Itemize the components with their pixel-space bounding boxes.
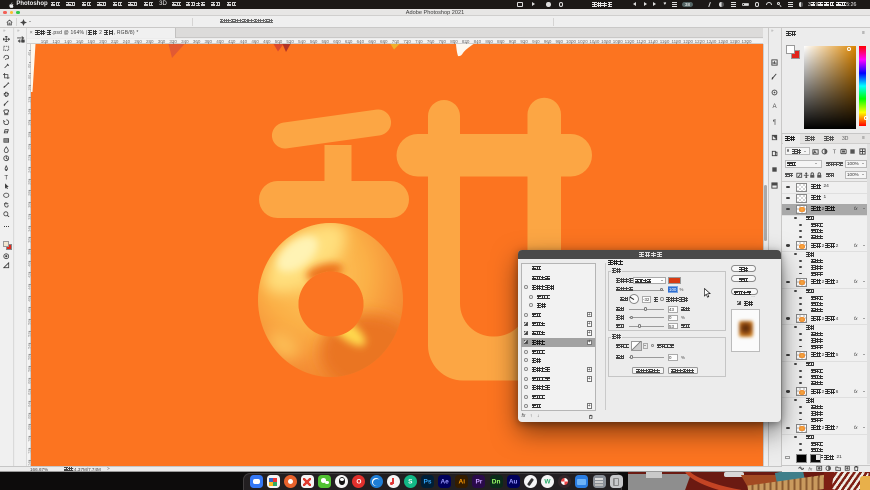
svg-text:A: A — [772, 102, 777, 108]
svg-text:T: T — [5, 174, 9, 180]
svg-text:¶: ¶ — [773, 118, 777, 124]
svg-text:T: T — [832, 149, 836, 154]
svg-text:fx: fx — [808, 466, 812, 471]
